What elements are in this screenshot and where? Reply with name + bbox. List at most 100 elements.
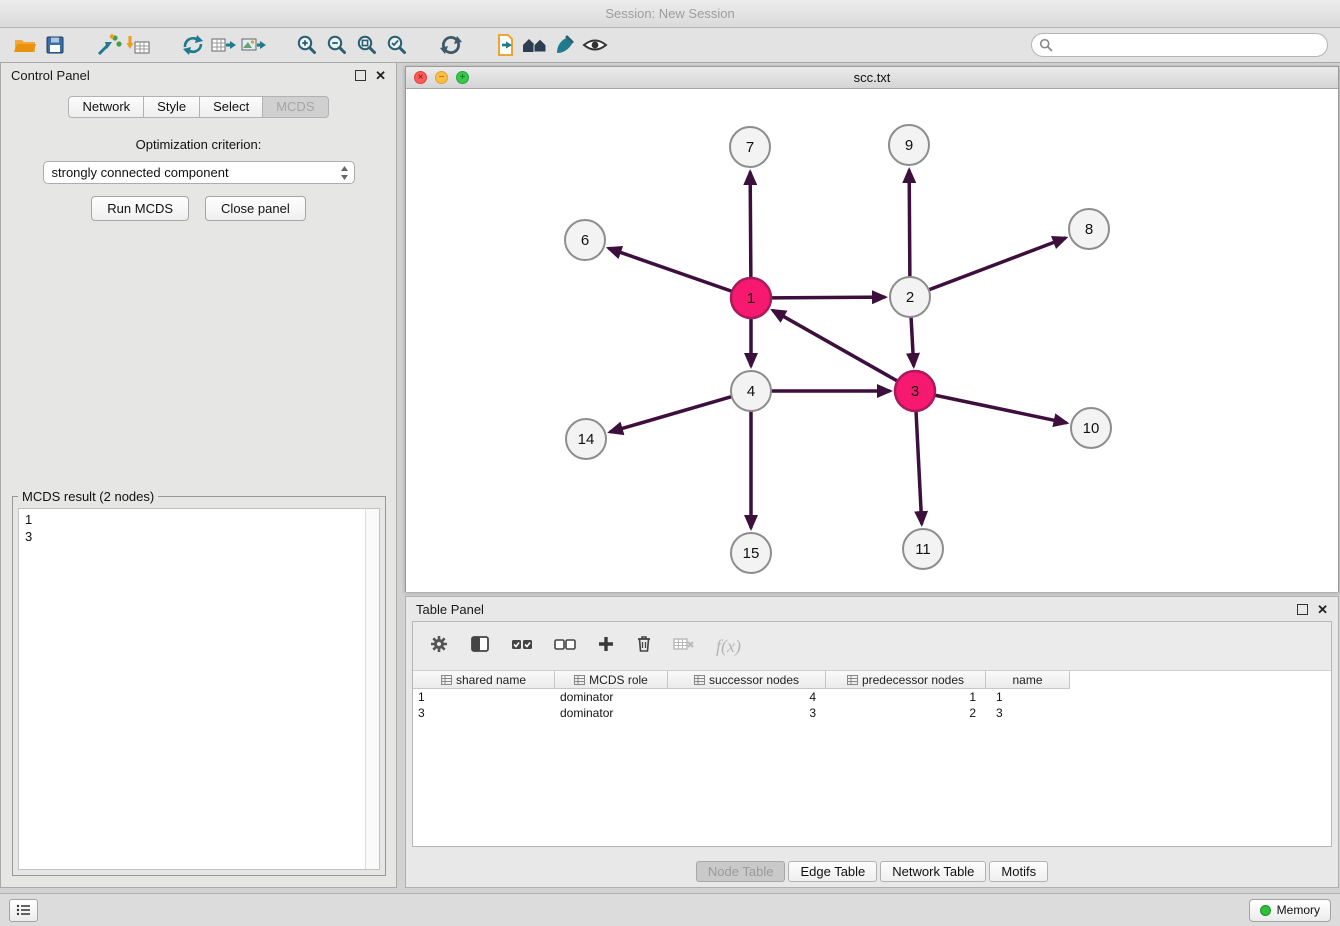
- import-network-icon[interactable]: [94, 31, 124, 59]
- zoom-selected-icon[interactable]: [382, 31, 412, 59]
- close-panel-icon[interactable]: ✕: [375, 69, 386, 82]
- style-paint-icon[interactable]: [550, 31, 580, 59]
- graph-edge[interactable]: [911, 317, 914, 365]
- graph-node-label: 2: [906, 289, 914, 306]
- table-cell[interactable]: 3: [986, 705, 1070, 721]
- table-cell[interactable]: dominator: [555, 689, 668, 705]
- close-panel-button[interactable]: Close panel: [205, 196, 306, 221]
- main-toolbar: [0, 28, 1340, 63]
- network-window-title: scc.txt: [854, 70, 891, 85]
- add-row-icon[interactable]: [597, 635, 615, 658]
- graph-edge[interactable]: [750, 173, 751, 278]
- table-cell[interactable]: 4: [668, 689, 826, 705]
- tab-network[interactable]: Network: [68, 96, 144, 118]
- tab-network-table[interactable]: Network Table: [880, 861, 986, 882]
- graph-edge[interactable]: [774, 311, 898, 381]
- delete-row-trash-icon[interactable]: [636, 635, 652, 658]
- graph-edge[interactable]: [935, 395, 1066, 423]
- table-body[interactable]: 1dominator4113dominator323: [413, 689, 1331, 846]
- table-row[interactable]: 3dominator323: [413, 705, 1331, 721]
- network-window-titlebar[interactable]: × − + scc.txt: [406, 67, 1338, 89]
- export-image-icon[interactable]: [238, 31, 268, 59]
- optimization-criterion-dropdown[interactable]: strongly connected component: [43, 161, 355, 184]
- graph-edge[interactable]: [610, 249, 733, 292]
- table-cell[interactable]: 3: [668, 705, 826, 721]
- clear-selection-icon[interactable]: [554, 637, 576, 656]
- import-table-icon[interactable]: [124, 31, 154, 59]
- sort-icon: [574, 675, 585, 685]
- sort-icon: [847, 675, 858, 685]
- visibility-eye-icon[interactable]: [580, 31, 610, 59]
- graph-node-label: 8: [1085, 221, 1093, 238]
- window-minimize-icon[interactable]: −: [435, 71, 448, 84]
- graph-edge[interactable]: [611, 397, 732, 432]
- table-panel-header: Table Panel ✕: [406, 597, 1338, 621]
- graph-edge[interactable]: [929, 238, 1065, 290]
- graph-node-label: 4: [747, 383, 755, 400]
- status-bar: Memory: [0, 893, 1340, 926]
- graph-node-label: 6: [581, 232, 589, 249]
- graph-edge[interactable]: [909, 171, 910, 277]
- settings-gear-icon[interactable]: [429, 634, 449, 659]
- graph-node-label: 1: [747, 290, 755, 307]
- tab-mcds[interactable]: MCDS: [262, 96, 328, 118]
- share-network-icon[interactable]: [178, 31, 208, 59]
- save-session-icon[interactable]: [40, 31, 70, 59]
- show-columns-icon[interactable]: [470, 635, 490, 658]
- column-header-successor-nodes[interactable]: successor nodes: [668, 671, 826, 689]
- window-close-icon[interactable]: ×: [414, 71, 427, 84]
- table-header-row: shared name MCDS role successor nodes pr…: [413, 671, 1331, 689]
- table-cell[interactable]: 1: [986, 689, 1070, 705]
- column-header-name[interactable]: name: [986, 671, 1070, 689]
- graph-node-label: 9: [905, 137, 913, 154]
- result-scrollbar[interactable]: [365, 509, 379, 869]
- tab-select[interactable]: Select: [199, 96, 263, 118]
- sort-icon: [694, 675, 705, 685]
- table-cell[interactable]: dominator: [555, 705, 668, 721]
- table-cell[interactable]: 1: [826, 689, 986, 705]
- search-input[interactable]: [1053, 35, 1327, 55]
- export-table-icon[interactable]: [208, 31, 238, 59]
- zoom-in-icon[interactable]: [292, 31, 322, 59]
- home-pair-icon[interactable]: [520, 31, 550, 59]
- float-panel-icon[interactable]: [355, 70, 366, 81]
- column-header-shared-name[interactable]: shared name: [413, 671, 555, 689]
- tab-edge-table[interactable]: Edge Table: [788, 861, 877, 882]
- task-history-button[interactable]: [9, 899, 38, 922]
- network-canvas[interactable]: 7968124314101511: [406, 89, 1338, 592]
- search-box[interactable]: [1031, 33, 1328, 57]
- zoom-out-icon[interactable]: [322, 31, 352, 59]
- column-header-mcds-role[interactable]: MCDS role: [555, 671, 668, 689]
- memory-button-label: Memory: [1277, 903, 1320, 917]
- tab-node-table[interactable]: Node Table: [696, 861, 786, 882]
- function-builder-icon[interactable]: f(x): [716, 636, 741, 657]
- delete-table-icon[interactable]: [673, 636, 695, 657]
- run-mcds-button[interactable]: Run MCDS: [91, 196, 189, 221]
- graph-edge[interactable]: [771, 297, 884, 298]
- window-zoom-icon[interactable]: +: [456, 71, 469, 84]
- open-folder-icon[interactable]: [10, 31, 40, 59]
- tab-motifs[interactable]: Motifs: [989, 861, 1048, 882]
- document-share-icon[interactable]: [490, 31, 520, 59]
- zoom-fit-icon[interactable]: [352, 31, 382, 59]
- graph-edge[interactable]: [916, 411, 922, 523]
- graph-node-label: 14: [578, 431, 595, 448]
- network-window: × − + scc.txt 7968124314101511: [405, 66, 1339, 592]
- refresh-layout-icon[interactable]: [436, 31, 466, 59]
- close-table-panel-icon[interactable]: ✕: [1317, 603, 1328, 616]
- window-title: Session: New Session: [605, 6, 734, 21]
- select-all-icon[interactable]: [511, 637, 533, 656]
- float-table-panel-icon[interactable]: [1297, 604, 1308, 615]
- control-panel-header: Control Panel ✕: [1, 63, 396, 87]
- table-cell[interactable]: 3: [413, 705, 555, 721]
- column-header-predecessor-nodes[interactable]: predecessor nodes: [826, 671, 986, 689]
- dropdown-value: strongly connected component: [52, 165, 229, 180]
- table-row[interactable]: 1dominator411: [413, 689, 1331, 705]
- tab-style[interactable]: Style: [143, 96, 200, 118]
- mcds-result-list[interactable]: 1 3: [18, 508, 380, 870]
- table-cell[interactable]: 1: [413, 689, 555, 705]
- graph-node-label: 10: [1083, 420, 1100, 437]
- network-graph-svg[interactable]: 7968124314101511: [406, 89, 1338, 592]
- memory-button[interactable]: Memory: [1249, 899, 1331, 922]
- table-cell[interactable]: 2: [826, 705, 986, 721]
